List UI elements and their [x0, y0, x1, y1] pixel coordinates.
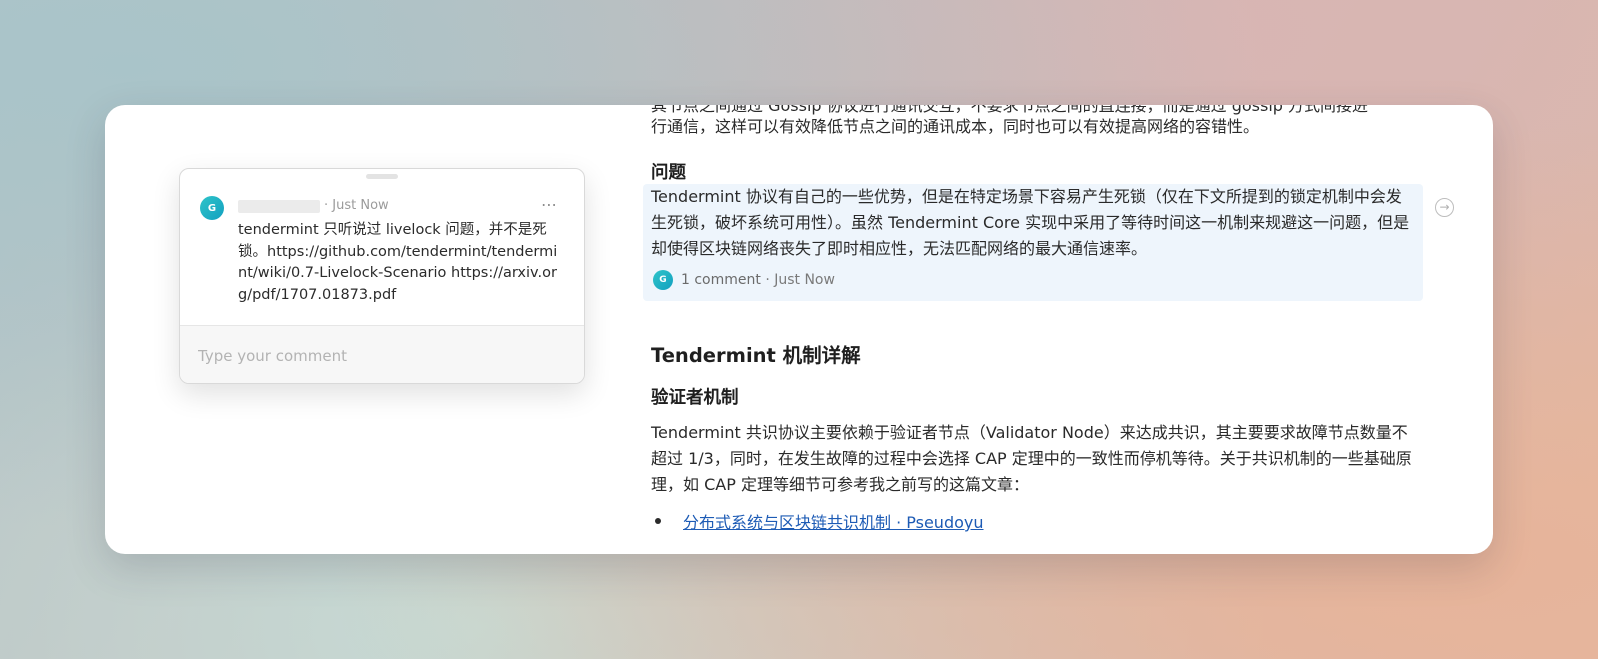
more-options-icon[interactable]: ⋯	[541, 195, 558, 214]
avatar: G	[653, 270, 673, 290]
comment-popover: G · Just Now ⋯ tendermint 只听说过 livelock …	[179, 168, 585, 384]
arrow-right-circle-icon[interactable]: →	[1435, 198, 1454, 217]
problem-paragraph: Tendermint 协议有自己的一些优势，但是在特定场景下容易产生死锁（仅在下…	[651, 187, 1410, 258]
commented-block[interactable]: Tendermint 协议有自己的一些优势，但是在特定场景下容易产生死锁（仅在下…	[643, 184, 1423, 301]
comment-count: 1 comment	[681, 272, 761, 288]
comment-summary-time: · Just Now	[765, 272, 835, 288]
validator-paragraph: Tendermint 共识协议主要依赖于验证者节点（Validator Node…	[651, 423, 1412, 494]
validator-heading: 验证者机制	[651, 388, 739, 408]
comment-input[interactable]	[198, 344, 558, 368]
comment-summary[interactable]: G 1 comment · Just Now	[653, 270, 835, 290]
article-link[interactable]: 分布式系统与区块链共识机制 · Pseudoyu	[683, 509, 984, 533]
comment-text: tendermint 只听说过 livelock 问题，并不是死锁。https:…	[238, 222, 558, 303]
comment-timestamp: · Just Now	[324, 198, 389, 213]
username-redacted	[238, 200, 320, 213]
problem-heading: 问题	[651, 163, 686, 183]
avatar: G	[200, 196, 224, 220]
drag-handle[interactable]	[366, 174, 398, 179]
document-window: G · Just Now ⋯ tendermint 只听说过 livelock …	[105, 105, 1493, 554]
mechanism-heading: Tendermint 机制详解	[651, 344, 861, 367]
intro-paragraph-tail: 行通信，这样可以有效降低节点之间的通讯成本，同时也可以有效提高网络的容错性。	[651, 117, 1260, 136]
comment-input-area	[180, 325, 584, 383]
list-item: 分布式系统与区块链共识机制 · Pseudoyu	[651, 509, 984, 533]
bullet	[655, 518, 661, 524]
